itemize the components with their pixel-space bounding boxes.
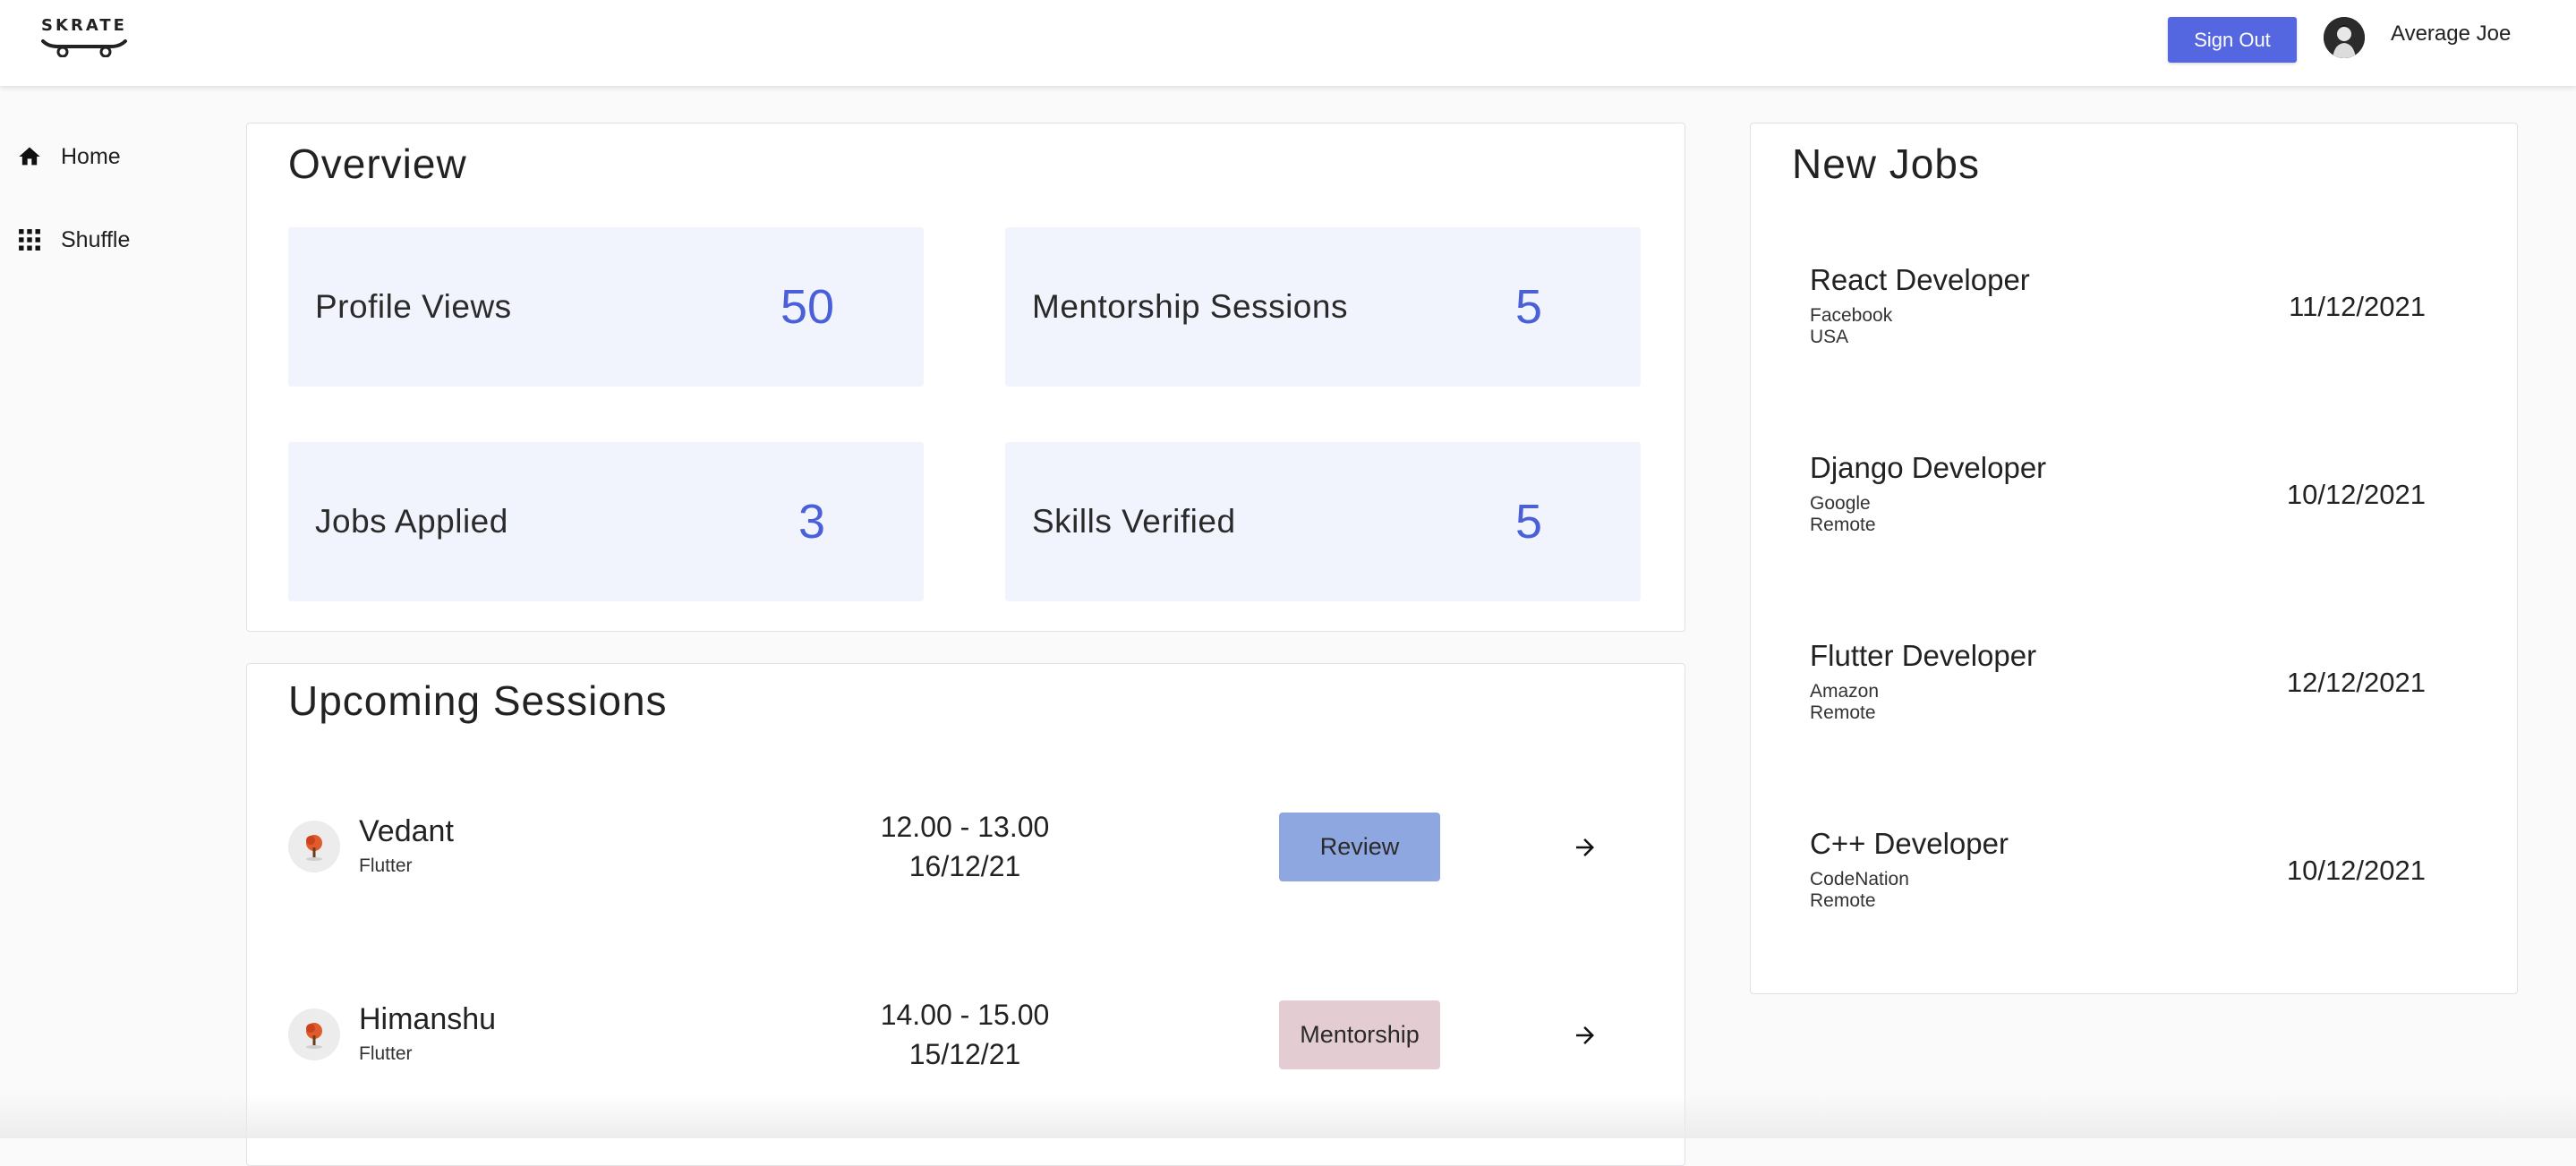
user-avatar[interactable] — [2324, 17, 2365, 58]
stat-label: Mentorship Sessions — [1032, 288, 1348, 325]
grid-icon — [16, 226, 43, 253]
sidebar-item-shuffle[interactable]: Shuffle — [16, 226, 130, 253]
arrow-right-icon[interactable] — [1567, 1017, 1603, 1053]
session-time: 14.00 - 15.00 — [880, 999, 1050, 1031]
mentor-avatar — [288, 1009, 340, 1060]
job-company: Facebook — [1810, 305, 1893, 326]
session-skill: Flutter — [359, 1043, 413, 1064]
job-date: 12/12/2021 — [2286, 667, 2426, 698]
skateboard-icon — [41, 39, 127, 57]
job-date: 10/12/2021 — [2286, 855, 2426, 886]
mentor-avatar — [288, 821, 340, 872]
stat-label: Profile Views — [315, 288, 512, 325]
session-date: 15/12/21 — [908, 1038, 1021, 1070]
job-location: Remote — [1810, 890, 1876, 911]
tree-icon — [306, 1023, 322, 1049]
session-time: 12.00 - 13.00 — [880, 811, 1050, 843]
job-company: CodeNation — [1810, 869, 1909, 889]
arrow-right-icon[interactable] — [1567, 830, 1603, 865]
user-name[interactable]: Average Joe — [2391, 21, 2511, 47]
stat-skills-verified[interactable]: Skills Verified 5 — [1005, 442, 1641, 601]
job-title[interactable]: C++ Developer — [1810, 827, 2009, 861]
sidebar-item-label: Home — [61, 143, 121, 169]
upcoming-sessions-card: Upcoming Sessions Vedant Flutter 12.00 -… — [246, 663, 1685, 1166]
overview-card: Overview Profile Views 50 Mentorship Ses… — [246, 123, 1685, 632]
sign-out-button[interactable]: Sign Out — [2168, 17, 2297, 63]
stat-mentorship-sessions[interactable]: Mentorship Sessions 5 — [1005, 227, 1641, 387]
job-company: Google — [1810, 493, 1871, 514]
job-title[interactable]: Flutter Developer — [1810, 639, 2036, 673]
job-location: USA — [1810, 327, 1849, 347]
job-location: Remote — [1810, 702, 1876, 723]
sidebar-item-home[interactable]: Home — [16, 143, 121, 170]
tree-icon — [306, 835, 322, 861]
stat-value: 3 — [798, 495, 826, 549]
upcoming-sessions-title: Upcoming Sessions — [288, 677, 668, 724]
job-date: 10/12/2021 — [2286, 479, 2426, 510]
user-avatar-image — [2324, 17, 2365, 58]
stat-value: 5 — [1515, 495, 1543, 549]
session-mentor-name[interactable]: Vedant — [359, 814, 454, 849]
job-location: Remote — [1810, 515, 1876, 535]
session-date: 16/12/21 — [908, 850, 1021, 882]
stat-jobs-applied[interactable]: Jobs Applied 3 — [288, 442, 924, 601]
top-bar: SKRATE Sign Out Average Joe — [0, 0, 2576, 86]
session-skill: Flutter — [359, 855, 413, 876]
sidebar-item-label: Shuffle — [61, 226, 131, 252]
home-icon — [16, 143, 43, 170]
job-date: 11/12/2021 — [2289, 291, 2426, 322]
stat-profile-views[interactable]: Profile Views 50 — [288, 227, 924, 387]
new-jobs-card: New Jobs React Developer Facebook USA 11… — [1750, 123, 2518, 994]
stat-label: Jobs Applied — [315, 503, 508, 540]
stat-value: 50 — [780, 280, 835, 334]
job-title[interactable]: React Developer — [1810, 263, 2030, 297]
job-company: Amazon — [1810, 681, 1880, 702]
session-mentor-name[interactable]: Himanshu — [359, 1002, 496, 1037]
overview-title: Overview — [288, 140, 467, 187]
new-jobs-title: New Jobs — [1792, 140, 1980, 187]
logo-text: SKRATE — [41, 16, 127, 35]
mentorship-button[interactable]: Mentorship — [1279, 1000, 1440, 1069]
review-button[interactable]: Review — [1279, 813, 1440, 881]
skrate-logo[interactable]: SKRATE — [39, 16, 129, 57]
stat-value: 5 — [1515, 280, 1543, 334]
stat-label: Skills Verified — [1032, 503, 1236, 540]
job-title[interactable]: Django Developer — [1810, 451, 2046, 485]
